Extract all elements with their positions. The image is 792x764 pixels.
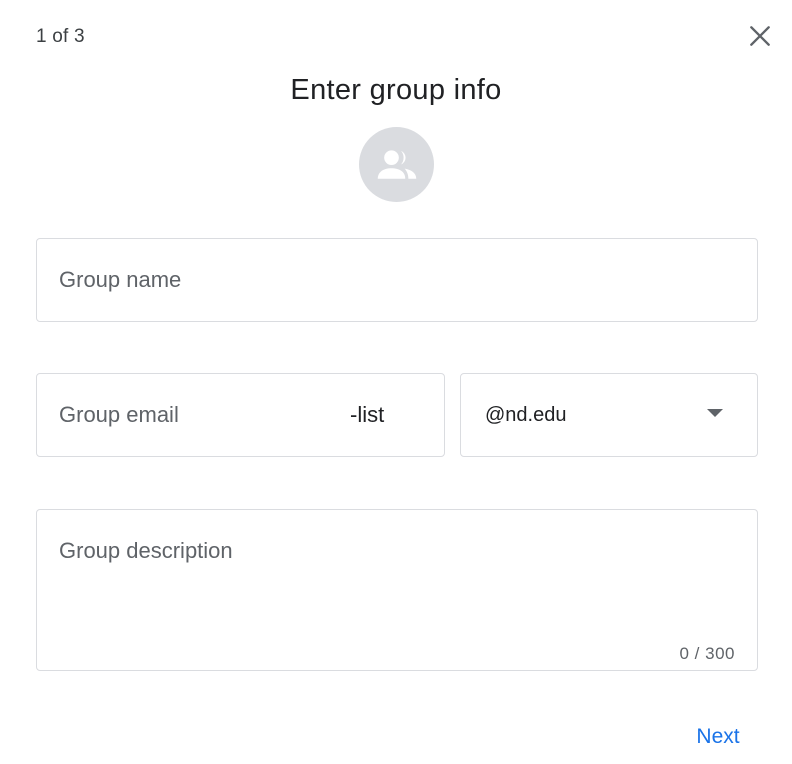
group-name-input[interactable] [59, 239, 729, 321]
character-counter: 0 / 300 [679, 644, 735, 663]
domain-selected-value: @nd.edu [485, 404, 567, 426]
group-avatar [359, 127, 434, 202]
create-group-dialog: 1 of 3 Enter group info -list @nd.edu 0 … [0, 0, 792, 764]
next-button[interactable]: Next [680, 716, 756, 758]
domain-select[interactable]: @nd.edu [460, 373, 758, 457]
group-email-input[interactable] [59, 374, 349, 456]
close-icon [750, 26, 770, 46]
group-description-input[interactable] [59, 536, 729, 636]
email-suffix: -list [350, 402, 385, 427]
dialog-title: Enter group info [290, 74, 502, 106]
step-indicator: 1 of 3 [36, 26, 85, 47]
close-button[interactable] [740, 16, 780, 56]
group-email-field[interactable]: -list [36, 373, 445, 457]
group-icon [377, 149, 416, 179]
group-description-field[interactable]: 0 / 300 [36, 509, 758, 671]
dropdown-arrow-icon [707, 409, 723, 417]
group-name-field[interactable] [36, 238, 758, 322]
